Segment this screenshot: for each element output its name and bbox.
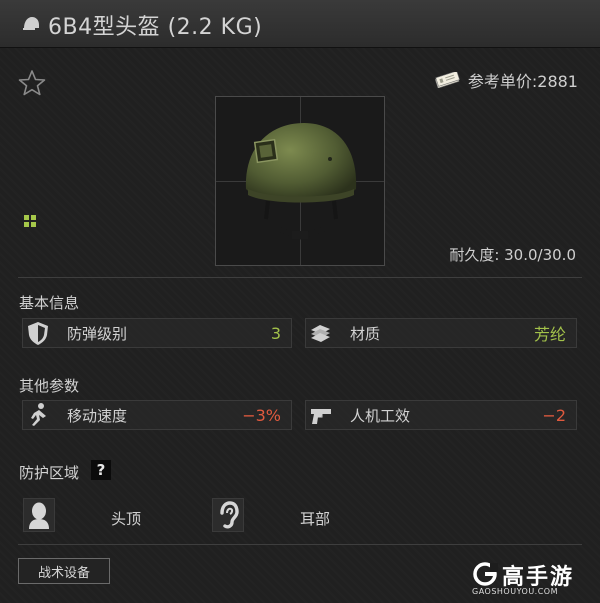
divider [18,544,582,545]
durability-text: 耐久度: 30.0/30.0 [449,246,576,264]
gaoshouyou-logo-icon [473,562,498,586]
stat-ergonomics: 人机工效 −2 [305,400,577,430]
money-icon [434,72,460,88]
section-protection-zones: 防护区域 [19,464,80,482]
stat-armor-class: 防弹级别 3 [22,318,292,348]
running-icon [31,403,46,426]
stat-label: 人机工效 [350,406,411,425]
helmet-image [245,123,357,240]
watermark-url: GAOSHOUYOU.COM [472,587,559,596]
grid-size-icon [24,215,36,227]
helmet-icon [23,17,39,30]
divider [18,277,582,278]
favorite-star-icon[interactable] [17,68,47,98]
pistol-icon [311,409,331,424]
zone-label: 头顶 [111,510,142,528]
stat-move-speed: 移动速度 −3% [22,400,292,430]
item-title: 6B4型头盔 (2.2 KG) [48,15,263,40]
shield-icon [28,322,48,345]
stat-label: 移动速度 [67,406,128,425]
head-icon [29,502,49,529]
stat-label: 防弹级别 [67,324,128,343]
help-button[interactable]: ? [91,460,111,480]
section-other-params: 其他参数 [19,377,80,395]
stat-material: 材质 芳纶 [305,318,577,348]
stat-value: −3% [242,405,281,425]
stat-value: 3 [270,323,281,343]
tab-tactical-equipment[interactable]: 战术设备 [18,558,110,584]
title-bar: 6B4型头盔 (2.2 KG) [0,0,600,48]
zone-label: 耳部 [300,510,331,528]
zone-head-top [23,498,55,532]
stat-value: 芳纶 [533,325,566,344]
item-preview [215,96,385,266]
reference-price: 参考单价:2881 [434,68,578,92]
stat-value: −2 [542,405,566,425]
material-icon [311,325,330,342]
section-basic-info: 基本信息 [19,294,80,312]
ear-icon [220,501,239,529]
site-watermark: 高手游 GAOSHOUYOU.COM [472,559,594,599]
zone-ears [212,498,244,532]
price-text: 参考单价:2881 [467,72,578,91]
stat-label: 材质 [350,324,381,343]
